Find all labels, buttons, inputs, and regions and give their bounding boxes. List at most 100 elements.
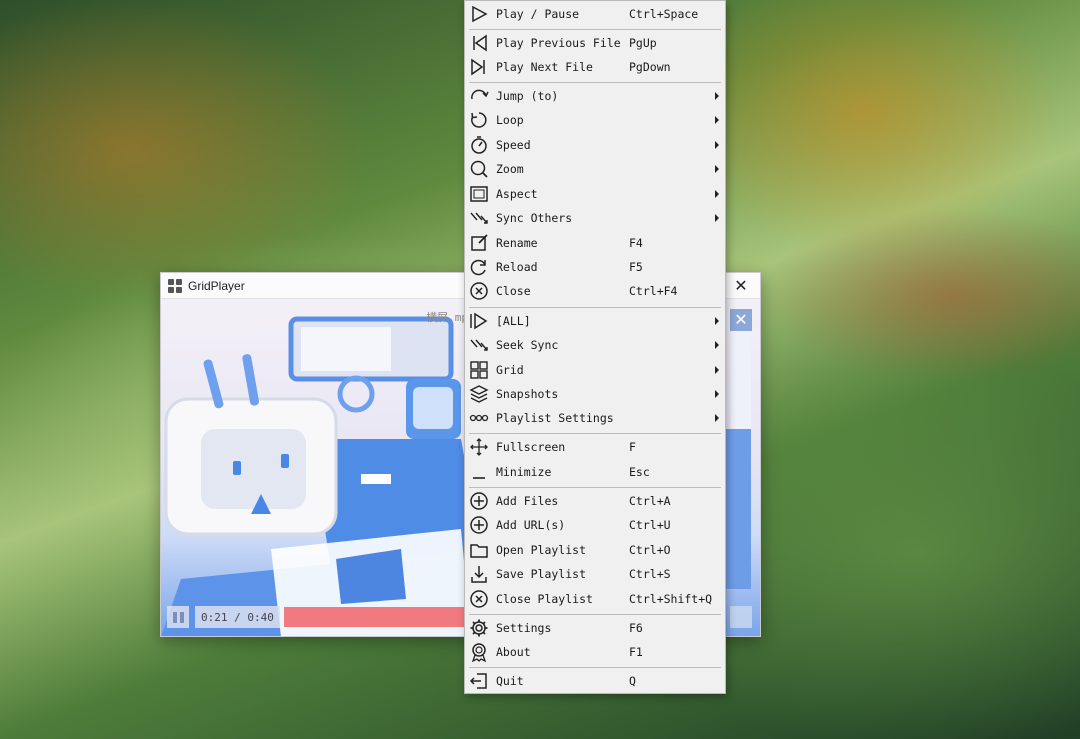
menu-separator <box>469 307 721 308</box>
rename-icon <box>468 232 490 254</box>
app-grid-icon <box>168 278 182 293</box>
menu-item-label: Fullscreen <box>496 440 566 454</box>
menu-item-label: About <box>496 645 531 659</box>
window-title: GridPlayer <box>188 278 245 293</box>
window-close-button[interactable]: ✕ <box>722 273 760 299</box>
menu-item-reload[interactable]: Reload F5 <box>465 255 725 279</box>
menu-separator <box>469 614 721 615</box>
sync-icon <box>468 207 490 229</box>
save-icon <box>468 563 490 585</box>
fullscreen-icon <box>468 436 490 458</box>
menu-item-label: Play / Pause <box>496 7 580 21</box>
menu-item-play-next-file[interactable]: Play Next File PgDown <box>465 55 725 79</box>
menu-item-minimize[interactable]: Minimize Esc <box>465 460 725 484</box>
menu-item-play-previous-file[interactable]: Play Previous File PgUp <box>465 31 725 55</box>
previous-icon <box>468 32 490 54</box>
seek-sync-icon <box>468 334 490 356</box>
folder-icon <box>468 539 490 561</box>
menu-item-seek-sync[interactable]: Seek Sync <box>465 333 725 357</box>
menu-item-quit[interactable]: Quit Q <box>465 669 725 693</box>
menu-item-save-playlist[interactable]: Save Playlist Ctrl+S <box>465 562 725 586</box>
submenu-arrow-icon <box>715 165 719 173</box>
menu-item-loop[interactable]: Loop <box>465 108 725 132</box>
minimize-icon <box>468 461 490 483</box>
video-close-button[interactable]: ✕ <box>730 309 752 331</box>
menu-item-aspect[interactable]: Aspect <box>465 182 725 206</box>
menu-item-label: Grid <box>496 363 524 377</box>
menu-item-label: Close Playlist <box>496 592 593 606</box>
menu-item-sync-others[interactable]: Sync Others <box>465 206 725 230</box>
submenu-arrow-icon <box>715 141 719 149</box>
menu-item-playlist-settings[interactable]: Playlist Settings <box>465 406 725 430</box>
menu-item-label: Add URL(s) <box>496 518 566 532</box>
menu-item-shortcut: F <box>629 440 636 454</box>
menu-item-zoom[interactable]: Zoom <box>465 157 725 181</box>
menu-item-label: Sync Others <box>496 211 573 225</box>
speed-icon <box>468 134 490 156</box>
menu-item-label: [ALL] <box>496 314 531 328</box>
menu-item-all[interactable]: [ALL] <box>465 309 725 333</box>
menu-item-close[interactable]: Close Ctrl+F4 <box>465 279 725 303</box>
menu-separator <box>469 667 721 668</box>
menu-item-label: Save Playlist <box>496 567 587 581</box>
menu-item-close-playlist[interactable]: Close Playlist Ctrl+Shift+Q <box>465 587 725 611</box>
menu-item-grid[interactable]: Grid <box>465 358 725 382</box>
menu-item-shortcut: Ctrl+O <box>629 543 671 557</box>
submenu-arrow-icon <box>715 390 719 398</box>
next-icon <box>468 56 490 78</box>
add-files-icon <box>468 490 490 512</box>
menu-item-shortcut: Esc <box>629 465 650 479</box>
submenu-arrow-icon <box>715 317 719 325</box>
menu-item-label: Jump (to) <box>496 89 559 103</box>
menu-item-rename[interactable]: Rename F4 <box>465 231 725 255</box>
progress-bar[interactable] <box>283 607 464 627</box>
play-icon <box>468 3 490 25</box>
menu-item-shortcut: Q <box>629 674 636 688</box>
snapshots-icon <box>468 383 490 405</box>
volume-icon[interactable] <box>730 606 752 628</box>
submenu-arrow-icon <box>715 341 719 349</box>
menu-item-label: Playlist Settings <box>496 411 614 425</box>
zoom-icon <box>468 158 490 180</box>
menu-item-label: Speed <box>496 138 531 152</box>
jump-icon <box>468 85 490 107</box>
menu-item-shortcut: F6 <box>629 621 643 635</box>
menu-item-about[interactable]: About F1 <box>465 640 725 664</box>
loop-icon <box>468 109 490 131</box>
close-icon <box>468 280 490 302</box>
menu-item-open-playlist[interactable]: Open Playlist Ctrl+O <box>465 538 725 562</box>
menu-separator <box>469 487 721 488</box>
submenu-arrow-icon <box>715 116 719 124</box>
menu-item-shortcut: F1 <box>629 645 643 659</box>
close-playlist-icon <box>468 588 490 610</box>
menu-item-label: Reload <box>496 260 538 274</box>
menu-item-jump-to[interactable]: Jump (to) <box>465 84 725 108</box>
submenu-arrow-icon <box>715 214 719 222</box>
menu-item-add-url-s[interactable]: Add URL(s) Ctrl+U <box>465 513 725 537</box>
menu-item-play-pause[interactable]: Play / Pause Ctrl+Space <box>465 2 725 26</box>
menu-item-label: Loop <box>496 113 524 127</box>
menu-item-add-files[interactable]: Add Files Ctrl+A <box>465 489 725 513</box>
menu-item-shortcut: PgDown <box>629 60 671 74</box>
menu-item-label: Close <box>496 284 531 298</box>
all-icon <box>468 310 490 332</box>
menu-item-settings[interactable]: Settings F6 <box>465 616 725 640</box>
menu-item-shortcut: F4 <box>629 236 643 250</box>
pause-button[interactable] <box>167 606 189 628</box>
quit-icon <box>468 670 490 692</box>
grid-icon <box>468 359 490 381</box>
submenu-arrow-icon <box>715 190 719 198</box>
reload-icon <box>468 256 490 278</box>
menu-item-shortcut: Ctrl+F4 <box>629 284 678 298</box>
menu-item-shortcut: Ctrl+A <box>629 494 671 508</box>
aspect-icon <box>468 183 490 205</box>
menu-item-shortcut: Ctrl+S <box>629 567 671 581</box>
time-display: 0:21 / 0:40 <box>195 606 280 628</box>
menu-separator <box>469 82 721 83</box>
menu-item-speed[interactable]: Speed <box>465 133 725 157</box>
menu-item-fullscreen[interactable]: Fullscreen F <box>465 435 725 459</box>
menu-separator <box>469 433 721 434</box>
gear-icon <box>468 617 490 639</box>
menu-item-snapshots[interactable]: Snapshots <box>465 382 725 406</box>
submenu-arrow-icon <box>715 366 719 374</box>
